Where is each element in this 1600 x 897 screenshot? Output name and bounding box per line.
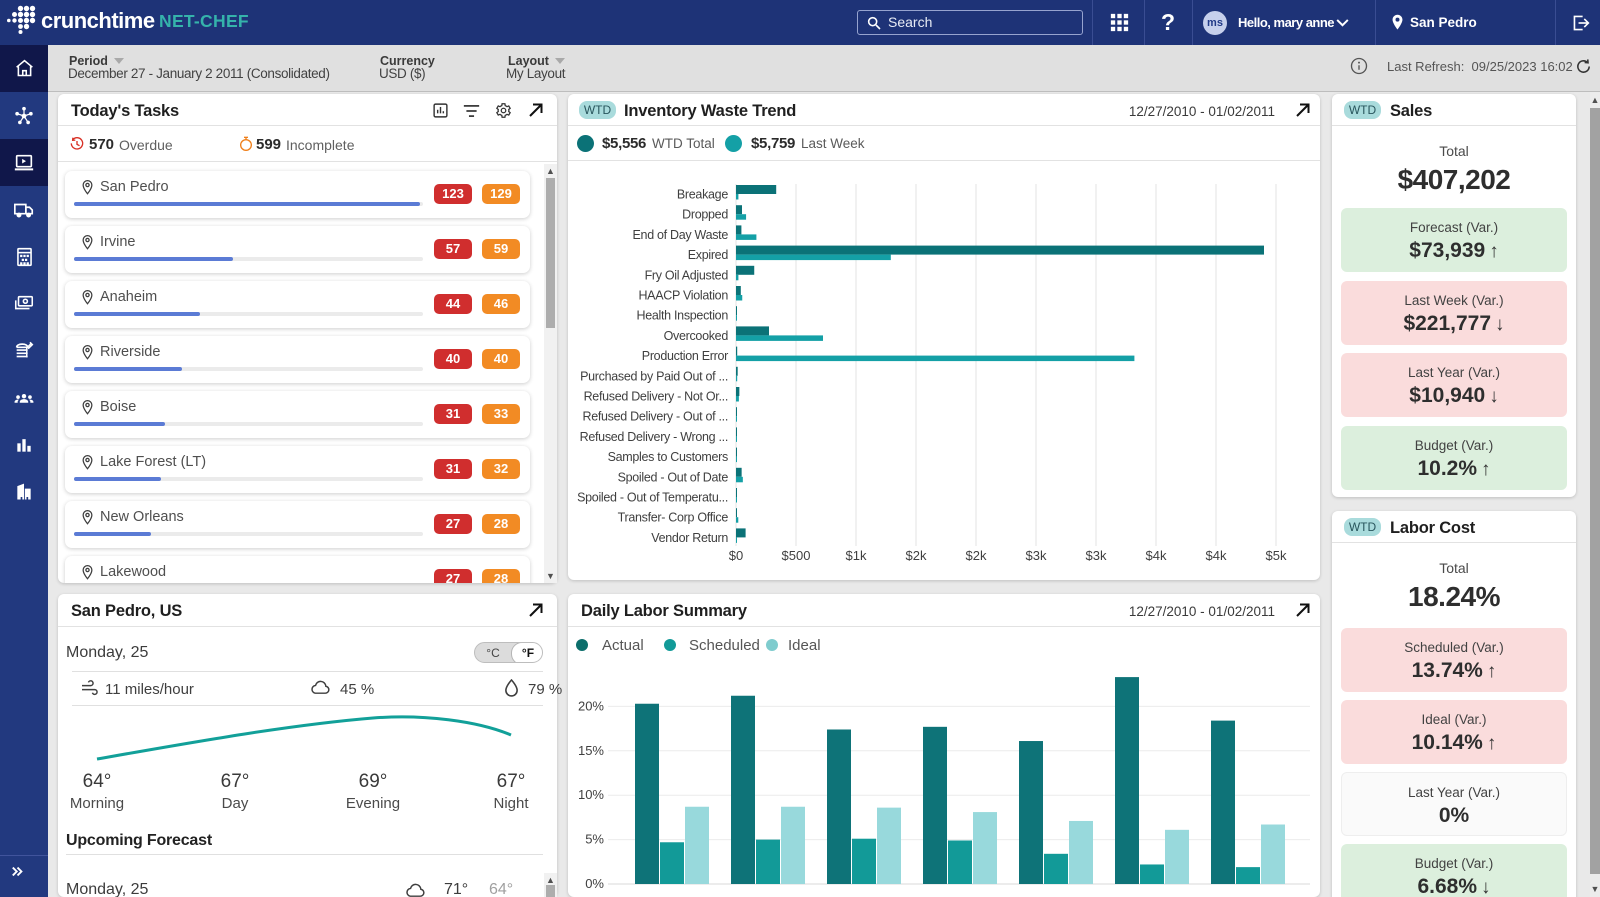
svg-text:$4k: $4k	[1206, 548, 1227, 563]
svg-text:Overcooked: Overcooked	[664, 329, 729, 343]
svg-text:$0: $0	[729, 548, 743, 563]
svg-text:0%: 0%	[585, 876, 604, 891]
svg-text:HAACP Violation: HAACP Violation	[638, 289, 728, 303]
svg-text:$4k: $4k	[1146, 548, 1167, 563]
svg-text:Refused Delivery - Out of ...: Refused Delivery - Out of ...	[582, 410, 728, 424]
svg-text:Breakage: Breakage	[677, 188, 728, 202]
svg-text:15%: 15%	[578, 743, 604, 758]
svg-text:Spoiled - Out of Temperatu...: Spoiled - Out of Temperatu...	[577, 491, 728, 505]
svg-text:$2k: $2k	[966, 548, 987, 563]
svg-text:Fry Oil Adjusted: Fry Oil Adjusted	[645, 268, 729, 282]
svg-text:Purchased by Paid Out of ...: Purchased by Paid Out of ...	[580, 369, 728, 383]
svg-text:Refused Delivery - Not Or...: Refused Delivery - Not Or...	[584, 390, 728, 404]
svg-text:$500: $500	[782, 548, 811, 563]
svg-text:Vendor Return: Vendor Return	[651, 531, 728, 545]
svg-text:Spoiled - Out of Date: Spoiled - Out of Date	[618, 470, 729, 484]
svg-text:Health Inspection: Health Inspection	[637, 309, 729, 323]
svg-text:Expired: Expired	[688, 248, 729, 262]
svg-text:20%: 20%	[578, 698, 604, 713]
svg-text:Production Error: Production Error	[642, 349, 728, 363]
svg-text:$3k: $3k	[1026, 548, 1047, 563]
svg-text:5%: 5%	[585, 832, 604, 847]
svg-text:Dropped: Dropped	[682, 208, 728, 222]
svg-text:End of Day Waste: End of Day Waste	[633, 228, 729, 242]
svg-text:$5k: $5k	[1266, 548, 1287, 563]
svg-text:$2k: $2k	[906, 548, 927, 563]
svg-text:$1k: $1k	[846, 548, 867, 563]
svg-text:10%: 10%	[578, 787, 604, 802]
svg-text:$3k: $3k	[1086, 548, 1107, 563]
svg-text:Transfer- Corp Office: Transfer- Corp Office	[618, 511, 729, 525]
svg-text:Refused Delivery - Wrong ...: Refused Delivery - Wrong ...	[580, 430, 728, 444]
svg-text:Samples to Customers: Samples to Customers	[608, 450, 728, 464]
